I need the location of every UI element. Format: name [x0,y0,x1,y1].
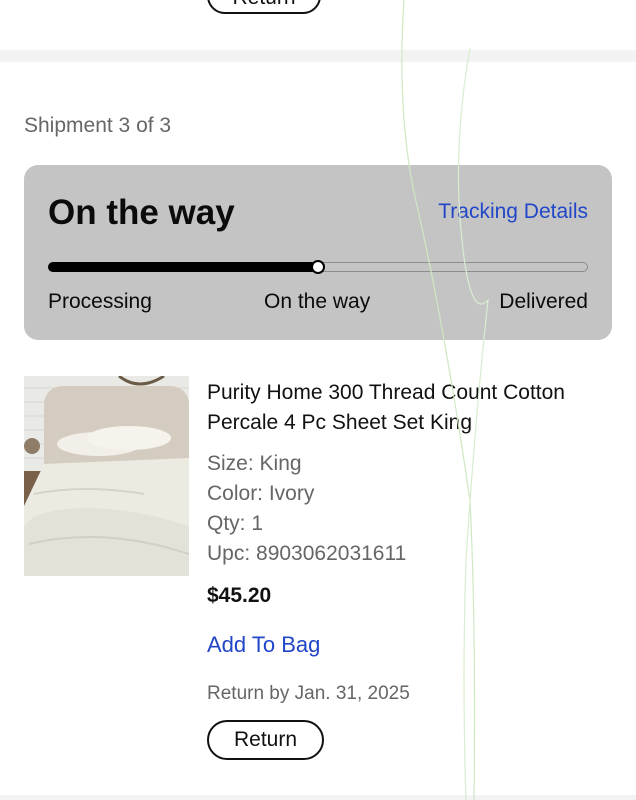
product-upc: Upc: 8903062031611 [207,542,407,565]
shipment-count-label: Shipment 3 of 3 [24,114,172,137]
step-on-the-way: On the way [264,290,371,313]
step-delivered: Delivered [499,290,588,313]
shipment-status-card: On the way Tracking Details Processing O… [24,165,612,340]
return-by-date: Return by Jan. 31, 2025 [207,683,410,704]
step-processing: Processing [48,290,152,313]
return-button[interactable]: Return [207,720,324,760]
sheet-set-illustration [24,376,189,576]
product-qty: Qty: 1 [207,512,264,535]
product-title[interactable]: Purity Home 300 Thread Count Cotton Perc… [207,378,617,438]
product-image[interactable] [24,376,189,576]
progress-fill [48,262,318,272]
tracking-details-link[interactable]: Tracking Details [438,200,588,224]
previous-shipment-area: Return [0,0,636,50]
section-divider [0,50,636,62]
product-price: $45.20 [207,584,272,607]
product-size: Size: King [207,452,302,475]
add-to-bag-link[interactable]: Add To Bag [207,632,320,658]
product-color: Color: Ivory [207,482,315,505]
return-button-previous[interactable]: Return [207,0,321,14]
bottom-divider [0,795,636,800]
progress-knob [311,260,325,274]
shipment-status-title: On the way [48,193,235,232]
